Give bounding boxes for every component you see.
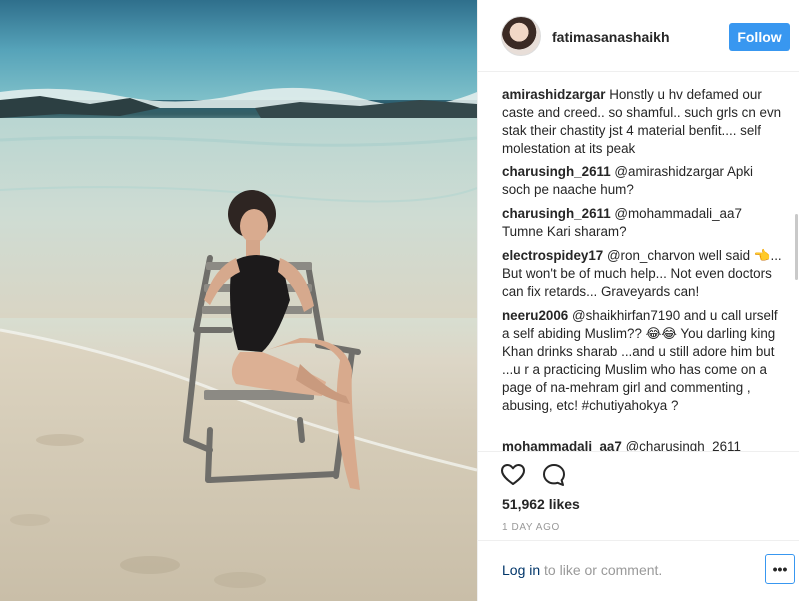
- comment-item: mohammadali_aa7 @charusingh_2611: [502, 438, 784, 452]
- comment-item: amirashidzargar Honstly u hv defamed our…: [502, 86, 784, 158]
- comment-username[interactable]: amirashidzargar: [502, 87, 605, 102]
- more-options-button[interactable]: •••: [765, 554, 795, 584]
- scrollbar-thumb[interactable]: [795, 214, 798, 280]
- comment-item: charusingh_2611 @amirashidzargar Apki so…: [502, 163, 784, 199]
- username-link[interactable]: fatimasanashaikh: [552, 29, 670, 45]
- comment-item: charusingh_2611 @mohammadali_aa7 Tumne K…: [502, 205, 784, 241]
- login-prompt: Log in to like or comment.: [502, 562, 662, 578]
- follow-button[interactable]: Follow: [729, 23, 790, 51]
- comment-username[interactable]: charusingh_2611: [502, 206, 611, 221]
- comment-username[interactable]: neeru2006: [502, 308, 568, 323]
- login-link[interactable]: Log in: [502, 562, 540, 578]
- post-photo[interactable]: [0, 0, 477, 601]
- comments-list[interactable]: ····· ··· · ···· ···· amirashidzargar Ho…: [478, 72, 799, 452]
- comments-scrollbar[interactable]: [795, 72, 799, 452]
- comment-text: @charusingh_2611: [625, 439, 741, 452]
- login-prompt-text: to like or comment.: [540, 562, 663, 578]
- heart-icon[interactable]: [500, 462, 526, 488]
- comment-item: electrospidey17 @ron_charvon well said 👈…: [502, 247, 784, 301]
- comment-item: neeru2006 @shaikhirfan7190 and u call ur…: [502, 307, 784, 415]
- partially-visible-comment: ····· ··· · ···· ····: [502, 72, 784, 78]
- comment-username[interactable]: mohammadali_aa7: [502, 439, 622, 451]
- beach-scene-image: [0, 0, 477, 601]
- likes-count[interactable]: 51,962 likes: [502, 496, 580, 512]
- post-footer: Log in to like or comment. •••: [478, 540, 799, 601]
- post-timestamp[interactable]: 1 DAY AGO: [502, 522, 560, 533]
- comment-username[interactable]: electrospidey17: [502, 248, 603, 263]
- post-header: fatimasanashaikh Follow: [478, 0, 799, 72]
- avatar[interactable]: [501, 16, 541, 56]
- post-side-panel: fatimasanashaikh Follow ····· ··· · ····…: [477, 0, 799, 601]
- comment-bubble-icon[interactable]: [541, 462, 567, 488]
- comment-username[interactable]: charusingh_2611: [502, 164, 611, 179]
- comment-text: @shaikhirfan7190 and u call urself a sel…: [502, 308, 778, 413]
